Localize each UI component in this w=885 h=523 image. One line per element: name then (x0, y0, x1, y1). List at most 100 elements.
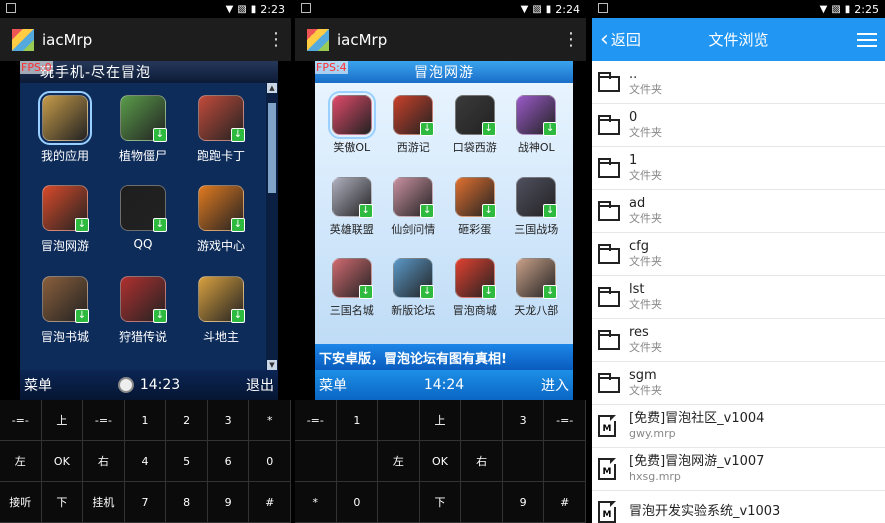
keypad-key[interactable]: 左 (378, 441, 420, 482)
app-tile[interactable]: ↓ 植物僵尸 (104, 91, 182, 181)
file-list-item[interactable]: 1 文件夹 (592, 147, 885, 190)
emulator-screen[interactable]: FPS:4 冒泡网游 笑傲OL ↓ 西游记 ↓ 口袋西游 ↓ 战神OL ↓ 英雄联盟 ↓ 仙剑问情 ↓… (315, 61, 573, 400)
keypad-key[interactable]: 2 (166, 400, 208, 441)
keypad-key[interactable]: 上 (419, 400, 462, 441)
menu-softkey[interactable]: 菜单 (319, 375, 347, 395)
app-tile[interactable]: 我的应用 (26, 91, 104, 181)
file-list-item[interactable]: 0 文件夹 (592, 104, 885, 147)
keypad-key[interactable]: # (544, 482, 586, 523)
keypad-key[interactable] (378, 482, 420, 523)
app-tile[interactable]: ↓ 战神OL (506, 91, 568, 173)
download-badge-icon: ↓ (153, 218, 167, 233)
keypad-key[interactable]: 0 (249, 441, 291, 482)
app-tile[interactable]: ↓ 口袋西游 (444, 91, 506, 173)
keypad-key[interactable]: 4 (124, 441, 167, 482)
promo-banner[interactable]: 下安卓版，冒泡论坛有图有真相! (315, 344, 573, 370)
app-tile[interactable]: ↓ 英雄联盟 (321, 173, 383, 255)
keypad-key[interactable] (544, 441, 586, 482)
keypad-key[interactable]: 3 (502, 400, 545, 441)
app-tile[interactable]: ↓ 三国名城 (321, 254, 383, 336)
keypad-key[interactable]: 5 (166, 441, 208, 482)
app-tile[interactable]: ↓ QQ (104, 181, 182, 271)
mrp-file-icon: M (598, 415, 616, 437)
app-tile[interactable]: ↓ 游戏中心 (182, 181, 260, 271)
app-tile[interactable]: 笑傲OL (321, 91, 383, 173)
file-list-item[interactable]: M [免费]冒泡网游_v1007 hxsg.mrp (592, 448, 885, 491)
app-tile[interactable]: ↓ 冒泡商城 (444, 254, 506, 336)
app-label: 英雄联盟 (329, 222, 374, 236)
keypad-key[interactable]: 挂机 (83, 482, 125, 523)
file-list-item[interactable]: .. 文件夹 (592, 61, 885, 104)
keypad-key[interactable]: 下 (41, 482, 84, 523)
file-list-item[interactable]: res 文件夹 (592, 319, 885, 362)
app-tile[interactable]: ↓ 冒泡网游 (26, 181, 104, 271)
keypad-key[interactable] (502, 441, 545, 482)
app-icon: ↓ (198, 95, 245, 142)
keypad-key[interactable]: -=- (544, 400, 586, 441)
app-tile[interactable]: ↓ 三国战场 (506, 173, 568, 255)
enter-softkey[interactable]: 进入 (541, 375, 569, 395)
keypad-key[interactable]: -=- (295, 400, 337, 441)
keypad-key[interactable]: * (295, 482, 337, 523)
file-list-item[interactable]: M 冒泡开发实验系统_v1003 (592, 491, 885, 523)
keypad-key[interactable] (336, 441, 379, 482)
keypad-key[interactable]: 9 (502, 482, 545, 523)
overflow-menu-icon[interactable]: ⋮ (562, 29, 580, 50)
keypad-key[interactable] (295, 441, 337, 482)
app-tile[interactable]: ↓ 砸彩蛋 (444, 173, 506, 255)
keypad-key[interactable]: -=- (83, 400, 125, 441)
overflow-menu-icon[interactable]: ⋮ (267, 29, 285, 50)
back-button[interactable]: ‹ 返回 (600, 28, 641, 51)
keypad-key[interactable]: 3 (207, 400, 250, 441)
exit-softkey[interactable]: 退出 (246, 375, 274, 395)
keypad-key[interactable]: 下 (419, 482, 462, 523)
keypad-key[interactable]: OK (419, 441, 462, 482)
app-label: 冒泡网游 (40, 239, 89, 254)
app-tile[interactable]: ↓ 仙剑问情 (383, 173, 445, 255)
app-icon: ↓ (120, 185, 167, 233)
keypad-key[interactable]: 6 (207, 441, 250, 482)
file-list-item[interactable]: lst 文件夹 (592, 276, 885, 319)
keypad-key[interactable]: 接听 (0, 482, 42, 523)
app-tile[interactable]: ↓ 西游记 (383, 91, 445, 173)
app-icon (327, 91, 376, 139)
keypad-key[interactable]: 上 (41, 400, 84, 441)
keypad-key[interactable]: 9 (207, 482, 250, 523)
keypad-key[interactable]: OK (41, 441, 84, 482)
image-notification-icon (301, 3, 311, 13)
app-tile[interactable]: ↓ 斗地主 (182, 272, 260, 362)
emulator-screen[interactable]: FPS:0 玩手机-尽在冒泡 我的应用 ↓ 植物僵尸 ↓ 跑跑卡丁 ↓ 冒泡网游 ↓ QQ ↓ 游戏… (20, 61, 278, 400)
file-list-item[interactable]: cfg 文件夹 (592, 233, 885, 276)
menu-softkey[interactable]: 菜单 (24, 375, 52, 395)
scrollbar[interactable]: ▲ ▼ (266, 83, 278, 370)
app-tile[interactable]: ↓ 新版论坛 (383, 254, 445, 336)
keypad-key[interactable]: # (249, 482, 291, 523)
battery-icon: ▮ (250, 3, 257, 15)
scroll-up-icon[interactable]: ▲ (267, 83, 277, 93)
hamburger-menu-icon[interactable] (857, 32, 877, 47)
keypad-key[interactable]: 1 (336, 400, 379, 441)
keypad-key[interactable]: 8 (166, 482, 208, 523)
keypad-key[interactable]: 1 (124, 400, 167, 441)
app-tile[interactable]: ↓ 跑跑卡丁 (182, 91, 260, 181)
keypad-key[interactable]: 0 (336, 482, 379, 523)
keypad-key[interactable]: -=- (0, 400, 42, 441)
scroll-down-icon[interactable]: ▼ (267, 360, 277, 370)
file-list-item[interactable]: ad 文件夹 (592, 190, 885, 233)
keypad-key[interactable] (461, 400, 503, 441)
keypad-key[interactable]: 右 (83, 441, 125, 482)
keypad-key[interactable] (378, 400, 420, 441)
image-notification-icon (598, 3, 608, 13)
keypad-key[interactable]: 左 (0, 441, 42, 482)
keypad-key[interactable]: 右 (461, 441, 503, 482)
status-bar: ▼ ▧ ▮ 2:24 (295, 0, 586, 18)
keypad-key[interactable]: 7 (124, 482, 167, 523)
file-list-item[interactable]: sgm 文件夹 (592, 362, 885, 405)
keypad-key[interactable] (461, 482, 503, 523)
keypad-key[interactable]: * (249, 400, 291, 441)
app-tile[interactable]: ↓ 天龙八部 (506, 254, 568, 336)
file-list-item[interactable]: M [免费]冒泡社区_v1004 gwy.mrp (592, 405, 885, 448)
scroll-thumb[interactable] (268, 103, 276, 193)
app-tile[interactable]: ↓ 狩猎传说 (104, 272, 182, 362)
app-tile[interactable]: ↓ 冒泡书城 (26, 272, 104, 362)
